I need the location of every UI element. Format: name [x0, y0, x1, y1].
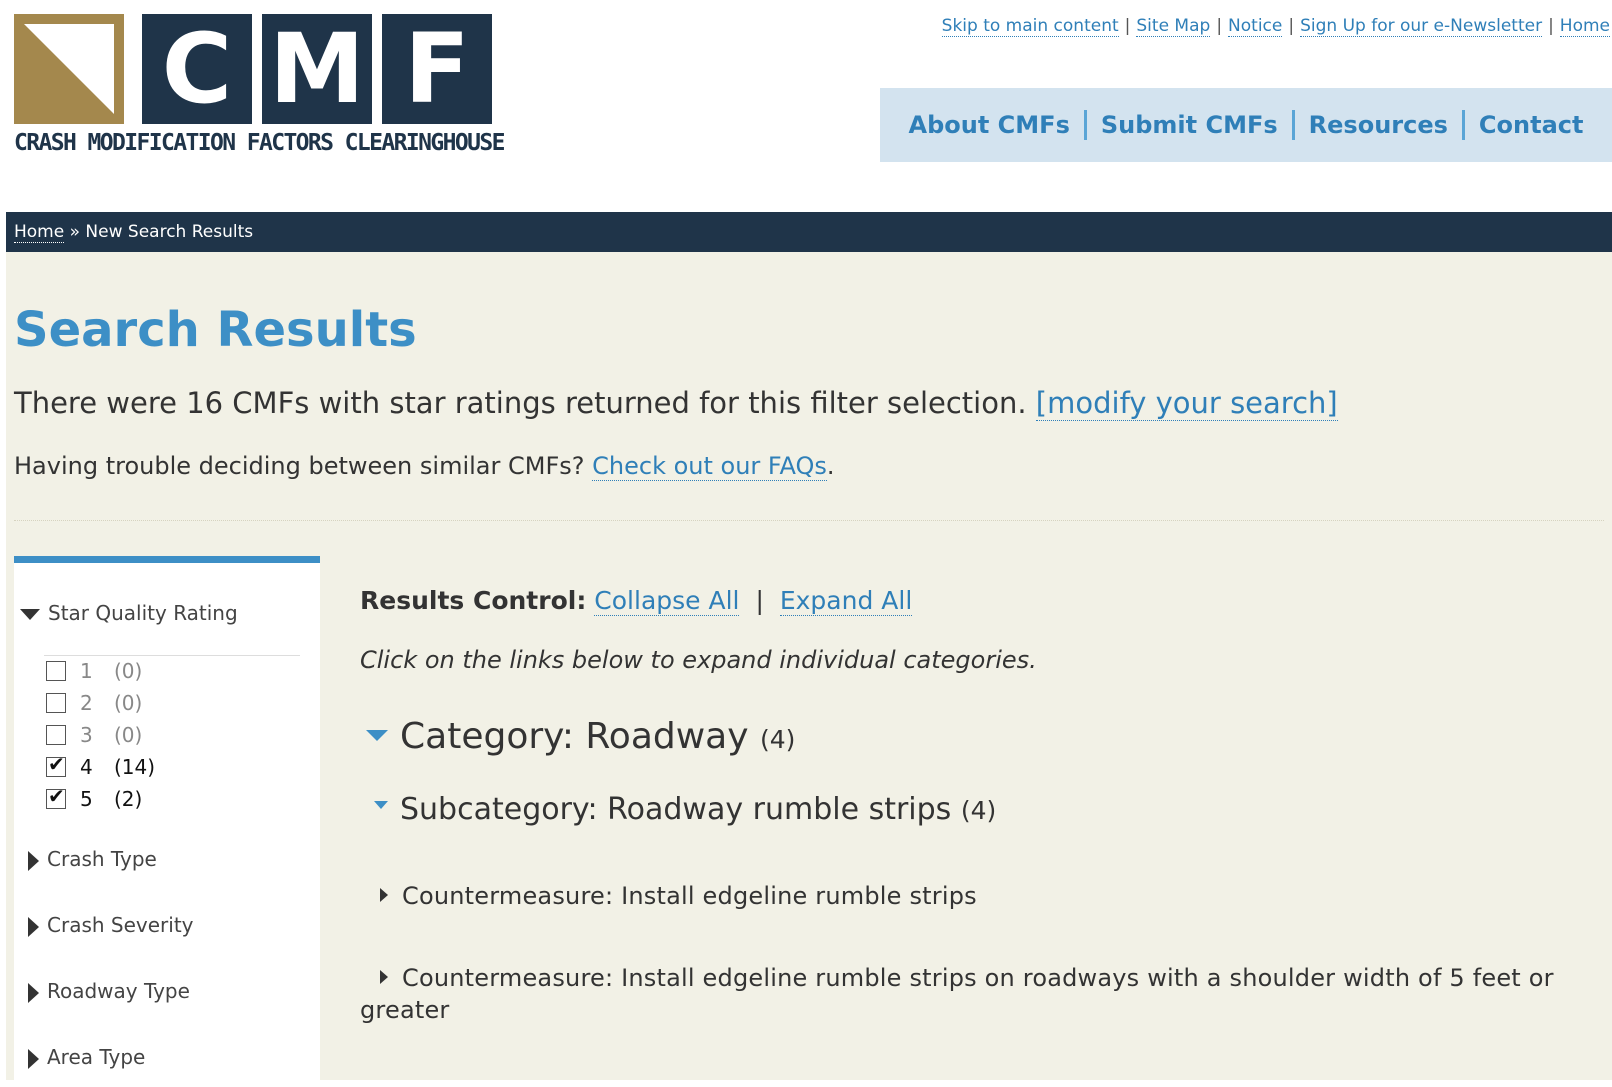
- rating-label: 2: [80, 691, 93, 715]
- countermeasure-label: Countermeasure: Install edgeline rumble …: [402, 882, 977, 910]
- notice-link[interactable]: Notice: [1228, 16, 1283, 37]
- facet-divider: [44, 655, 300, 656]
- breadcrumb-current: New Search Results: [85, 222, 254, 242]
- logo-letter-m: M: [262, 14, 372, 124]
- facet-area-type[interactable]: Area Type: [20, 1045, 145, 1069]
- rating-checkbox-4[interactable]: [46, 752, 66, 777]
- modify-search-link[interactable]: [modify your search]: [1035, 386, 1338, 421]
- results-control-label: Results Control:: [360, 586, 587, 615]
- rating-count: (14): [114, 755, 156, 779]
- facet-star-quality-rating[interactable]: Star Quality Rating: [20, 601, 238, 625]
- util-separator: |: [1288, 16, 1295, 36]
- site-map-link[interactable]: Site Map: [1136, 16, 1211, 37]
- rating-checkbox-5[interactable]: [46, 784, 66, 809]
- facet-crash-type[interactable]: Crash Type: [20, 847, 157, 871]
- skip-to-main-link[interactable]: Skip to main content: [941, 16, 1119, 37]
- newsletter-signup-link[interactable]: Sign Up for our e-Newsletter: [1300, 16, 1543, 37]
- nav-contact[interactable]: Contact: [1465, 111, 1598, 139]
- utility-links: Skip to main content | Site Map | Notice | Sig…: [940, 16, 1612, 37]
- help-question: Having trouble deciding between similar …: [14, 452, 585, 480]
- main-content: Search Results There were 16 CMFs with s…: [6, 252, 1612, 1087]
- subcategory-count: (4): [960, 796, 997, 825]
- collapsed-triangle-icon: [28, 982, 39, 1003]
- rating-label: 4: [80, 755, 93, 779]
- faq-link[interactable]: Check out our FAQs: [592, 452, 827, 481]
- rating-option-2: 2 (0): [46, 691, 142, 715]
- rating-option-1: 1 (0): [46, 659, 142, 683]
- facet-label: Star Quality Rating: [48, 601, 238, 625]
- logo-letter-c: C: [142, 14, 252, 124]
- rating-count: (2): [114, 787, 143, 811]
- rating-count: (0): [114, 723, 143, 747]
- facet-label: Area Type: [47, 1045, 146, 1069]
- content-divider: [14, 520, 1604, 521]
- rating-label: 1: [80, 659, 93, 683]
- results-summary: There were 16 CMFs with star ratings ret…: [14, 386, 1338, 421]
- collapsed-triangle-icon: [28, 916, 39, 937]
- results-summary-text: There were 16 CMFs with star ratings ret…: [14, 386, 1027, 420]
- logo-letter-f: F: [382, 14, 492, 124]
- nav-about-cmfs[interactable]: About CMFs: [895, 111, 1084, 139]
- rating-count: (0): [114, 659, 143, 683]
- logo-diagonal-mark: [14, 14, 124, 124]
- facet-label: Roadway Type: [47, 979, 190, 1003]
- rating-label: 3: [80, 723, 93, 747]
- logo-tagline: CRASH MODIFICATION FACTORS CLEARINGHOUSE: [14, 130, 505, 156]
- subcategory-rumble-strips-toggle[interactable]: Subcategory: Roadway rumble strips (4): [374, 792, 996, 827]
- rating-checkbox-2[interactable]: [46, 693, 66, 713]
- rating-option-3: 3 (0): [46, 723, 142, 747]
- countermeasure-label: Countermeasure: Install edgeline rumble …: [360, 964, 1554, 1024]
- help-text: Having trouble deciding between similar …: [14, 452, 835, 481]
- filter-sidebar: Star Quality Rating 1 (0) 2 (0) 3 (0) 4 …: [14, 556, 320, 1087]
- breadcrumb-bar: Home » New Search Results: [6, 212, 1612, 252]
- category-count: (4): [760, 725, 796, 754]
- collapse-all-link[interactable]: Collapse All: [594, 586, 740, 616]
- page-title: Search Results: [14, 302, 417, 358]
- rating-option-5: 5 (2): [46, 784, 143, 811]
- category-label: Category: Roadway: [400, 716, 749, 757]
- results-control: Results Control: Collapse All | Expand A…: [360, 586, 913, 616]
- nav-resources[interactable]: Resources: [1295, 111, 1462, 139]
- category-roadway-toggle[interactable]: Category: Roadway (4): [366, 716, 795, 757]
- expand-all-link[interactable]: Expand All: [779, 586, 913, 616]
- collapsed-triangle-icon: [28, 1048, 39, 1069]
- countermeasure-item[interactable]: Countermeasure: Install edgeline rumble …: [360, 962, 1600, 1026]
- facet-crash-severity[interactable]: Crash Severity: [20, 913, 194, 937]
- results-panel: Results Control: Collapse All | Expand A…: [344, 556, 1604, 1080]
- rating-checkbox-1[interactable]: [46, 661, 66, 681]
- results-hint: Click on the links below to expand indiv…: [360, 646, 1037, 674]
- expanded-triangle-icon: [366, 729, 388, 741]
- util-separator: |: [1216, 16, 1223, 36]
- expanded-triangle-icon: [374, 800, 388, 809]
- countermeasure-item[interactable]: Countermeasure: Install edgeline rumble …: [360, 880, 1600, 912]
- site-header: C M F CRASH MODIFICATION FACTORS CLEARIN…: [6, 0, 1612, 212]
- facet-roadway-type[interactable]: Roadway Type: [20, 979, 190, 1003]
- rating-option-4: 4 (14): [46, 752, 156, 779]
- breadcrumb-home-link[interactable]: Home: [14, 222, 65, 243]
- rating-checkbox-3[interactable]: [46, 725, 66, 745]
- breadcrumb: Home » New Search Results: [6, 212, 1612, 252]
- rating-label: 5: [80, 787, 93, 811]
- collapsed-triangle-icon: [380, 888, 388, 902]
- home-link[interactable]: Home: [1559, 16, 1610, 37]
- util-separator: |: [1548, 16, 1554, 36]
- results-control-separator: |: [755, 586, 764, 615]
- collapsed-triangle-icon: [380, 970, 388, 984]
- nav-submit-cmfs[interactable]: Submit CMFs: [1087, 111, 1292, 139]
- expanded-triangle-icon: [20, 609, 40, 620]
- help-period: .: [826, 452, 835, 480]
- facet-label: Crash Type: [47, 847, 157, 871]
- util-separator: |: [1124, 16, 1131, 36]
- collapsed-triangle-icon: [28, 850, 39, 871]
- main-navigation: About CMFs Submit CMFs Resources Contact: [880, 88, 1612, 162]
- breadcrumb-separator: »: [69, 222, 81, 242]
- cmf-logo[interactable]: C M F CRASH MODIFICATION FACTORS CLEARIN…: [14, 14, 514, 164]
- rating-count: (0): [114, 691, 143, 715]
- subcategory-label: Subcategory: Roadway rumble strips: [400, 792, 952, 827]
- facet-label: Crash Severity: [47, 913, 194, 937]
